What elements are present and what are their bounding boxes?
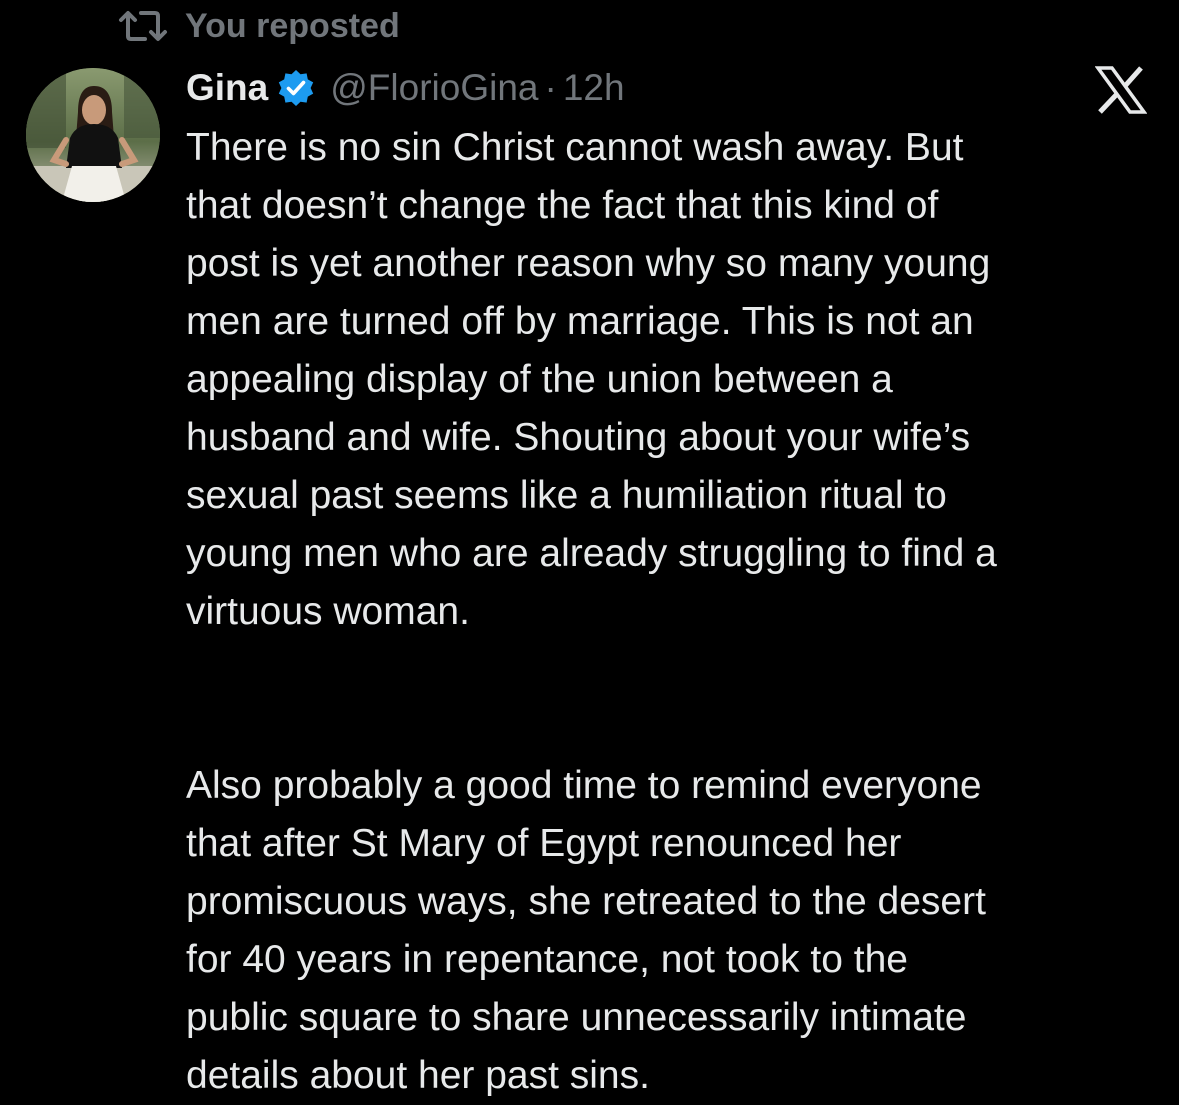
timestamp[interactable]: 12h — [563, 67, 625, 109]
tweet-line: appealing display of the union between a — [186, 358, 893, 401]
separator-dot: · — [544, 67, 557, 108]
tweet-line: that doesn’t change the fact that this k… — [186, 184, 939, 227]
repost-icon — [117, 8, 169, 44]
tweet-line: that after St Mary of Egypt renounced he… — [186, 822, 902, 865]
tweet-line: details about her past sins. — [186, 1054, 650, 1097]
verified-badge-icon[interactable] — [276, 68, 316, 108]
tweet-line: public square to share unnecessarily int… — [186, 996, 967, 1039]
tweet-text: There is no sin Christ cannot wash away.… — [186, 119, 1171, 1105]
tweet-line: virtuous woman. — [186, 590, 470, 633]
tweet-paragraph-1: There is no sin Christ cannot wash away.… — [186, 119, 1171, 641]
tweet-paragraph-2: Also probably a good time to remind ever… — [186, 757, 1171, 1105]
repost-banner[interactable]: You reposted — [117, 4, 400, 48]
tweet-line: husband and wife. Shouting about your wi… — [186, 416, 971, 459]
tweet-line: men are turned off by marriage. This is … — [186, 300, 974, 343]
tweet-header: Gina @FlorioGina · 12h — [186, 62, 625, 114]
tweet-line: for 40 years in repentance, not took to … — [186, 938, 908, 981]
tweet-line: promiscuous ways, she retreated to the d… — [186, 880, 986, 923]
tweet-line: sexual past seems like a humiliation rit… — [186, 474, 947, 517]
author-handle[interactable]: @FlorioGina — [330, 67, 538, 109]
tweet-line: There is no sin Christ cannot wash away.… — [186, 126, 964, 169]
x-logo-icon — [1094, 66, 1148, 114]
tweet-line: post is yet another reason why so many y… — [186, 242, 991, 285]
avatar[interactable] — [26, 68, 160, 202]
author-name[interactable]: Gina — [186, 67, 268, 109]
tweet-line: Also probably a good time to remind ever… — [186, 764, 982, 807]
tweet-line: young men who are already struggling to … — [186, 532, 997, 575]
repost-banner-text: You reposted — [185, 6, 400, 45]
